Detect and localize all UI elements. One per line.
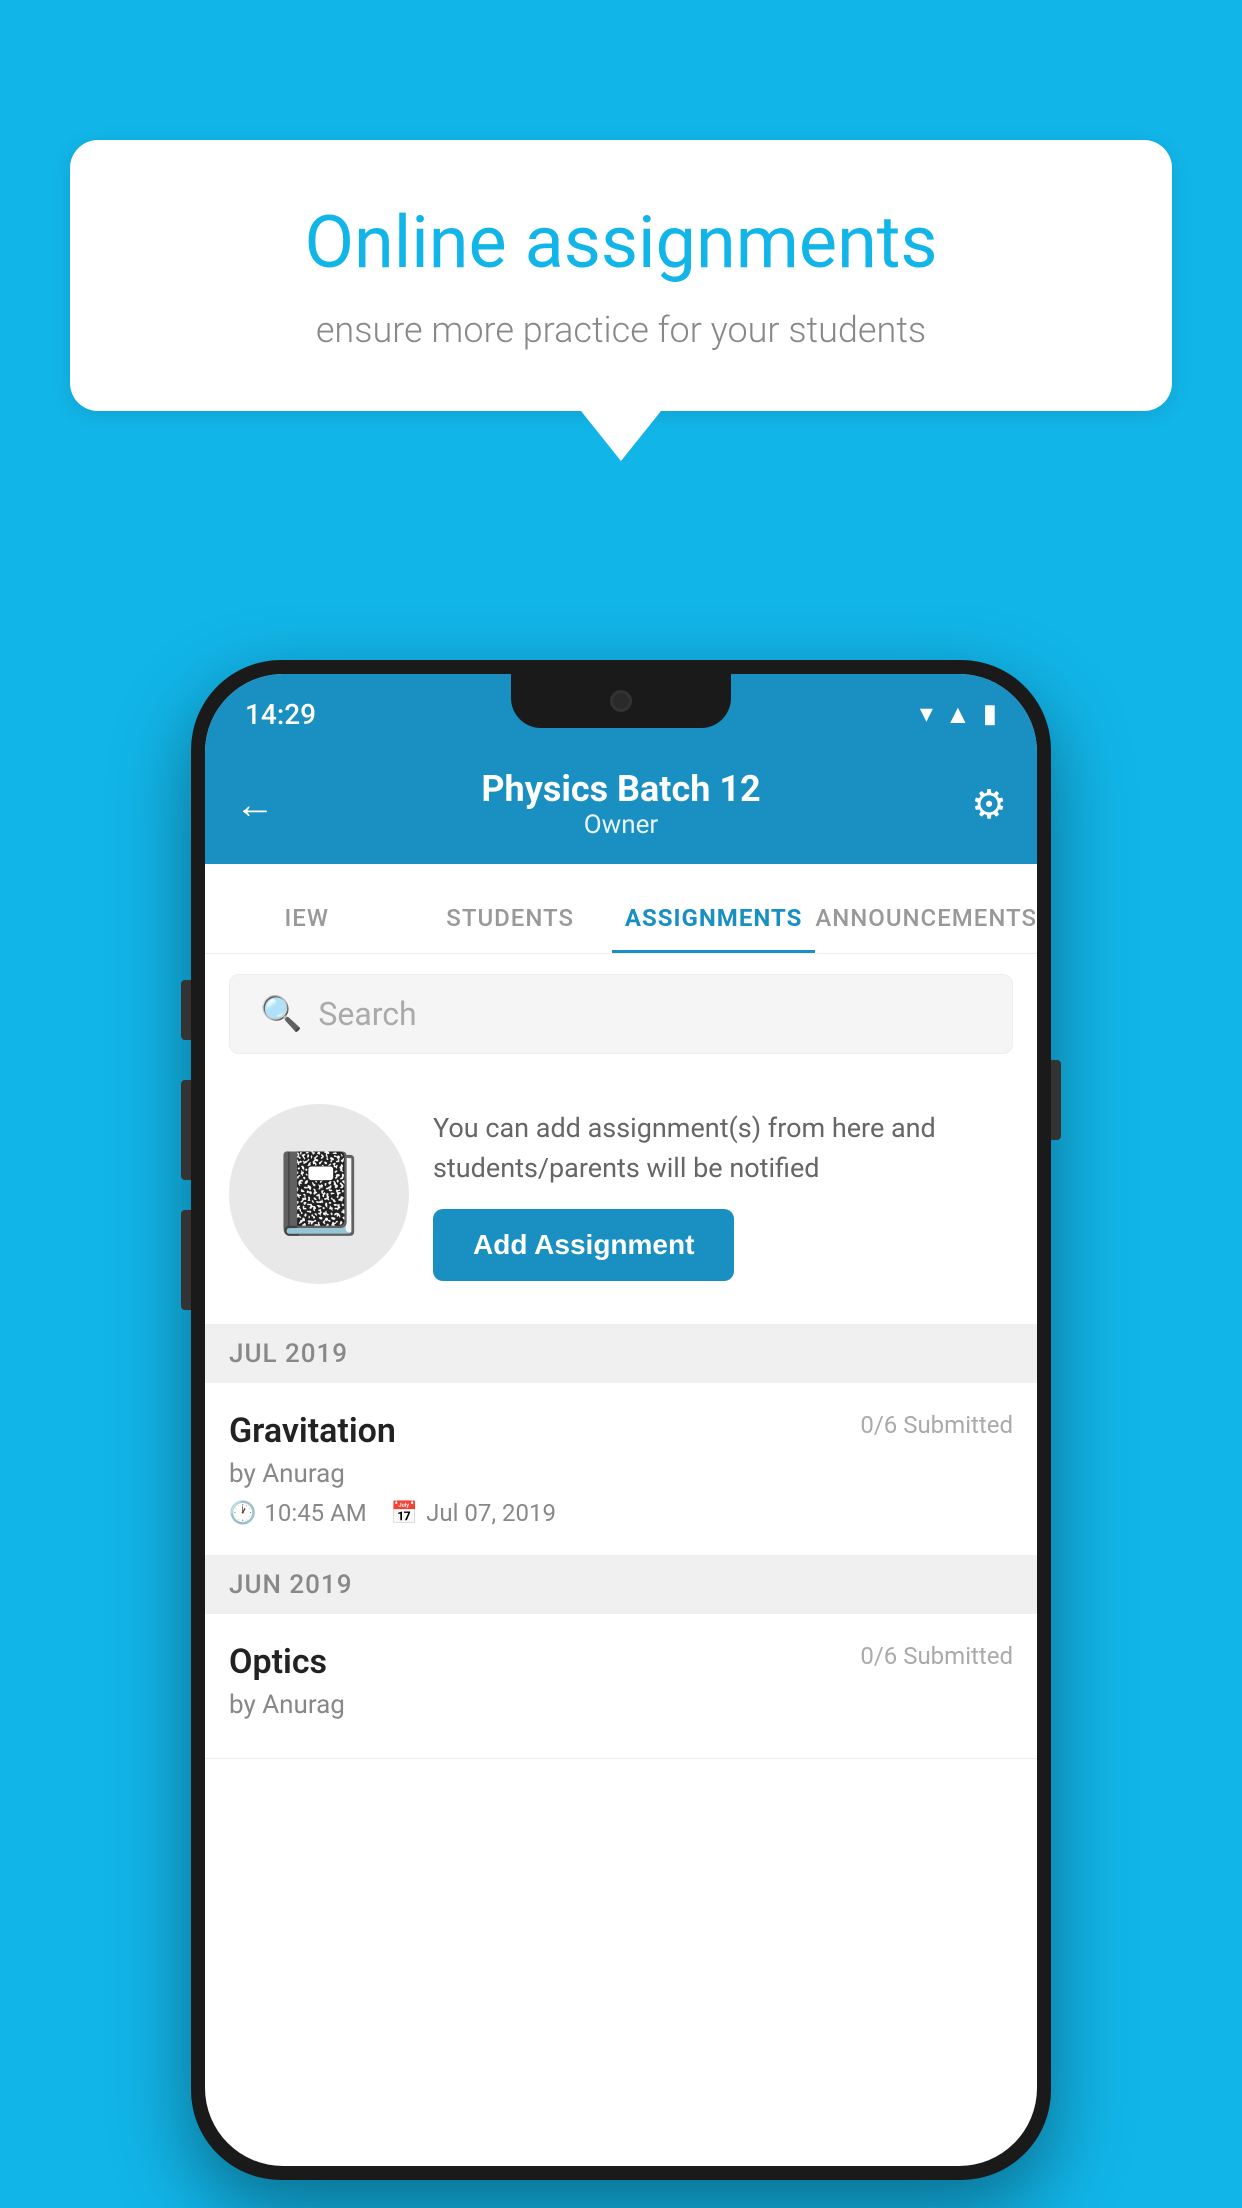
speech-bubble-arrow [581,411,661,461]
tab-bar: IEW STUDENTS ASSIGNMENTS ANNOUNCEMENTS [205,864,1037,954]
phone-screen: 14:29 ▾ ▲ ▮ ← Physics Batch 12 Owner ⚙ I… [205,674,1037,2166]
search-icon: 🔍 [260,994,302,1034]
assignment-row-top-optics: Optics 0/6 Submitted [229,1642,1013,1682]
assignment-item-gravitation[interactable]: Gravitation 0/6 Submitted by Anurag 🕐 10… [205,1383,1037,1556]
assignment-name-gravitation: Gravitation [229,1411,396,1451]
wifi-icon: ▾ [920,699,933,729]
promo-icon-circle: 📓 [229,1104,409,1284]
speech-bubble-subtitle: ensure more practice for your students [140,309,1102,351]
assignment-row-top: Gravitation 0/6 Submitted [229,1411,1013,1451]
assignment-time-value: 10:45 AM [264,1499,366,1527]
assignment-author-gravitation: by Anurag [229,1459,1013,1489]
promo-content: You can add assignment(s) from here and … [433,1108,1013,1281]
speech-bubble-section: Online assignments ensure more practice … [70,140,1172,461]
assignment-promo: 📓 You can add assignment(s) from here an… [205,1074,1037,1325]
assignment-date-value: Jul 07, 2019 [426,1499,556,1527]
assignment-time: 🕐 10:45 AM [229,1499,367,1527]
month-label-jul: JUL 2019 [229,1339,348,1369]
assignment-author-optics: by Anurag [229,1690,1013,1720]
volume-up-button [181,1080,191,1180]
back-button[interactable]: ← [235,781,275,828]
volume-down-button [181,1210,191,1310]
phone-outer-shell: 14:29 ▾ ▲ ▮ ← Physics Batch 12 Owner ⚙ I… [191,660,1051,2180]
settings-button[interactable]: ⚙ [971,781,1007,828]
month-section-jun: JUN 2019 [205,1556,1037,1614]
tab-iew[interactable]: IEW [205,904,408,953]
speech-bubble-card: Online assignments ensure more practice … [70,140,1172,411]
tab-announcements[interactable]: ANNOUNCEMENTS [815,904,1037,953]
assignment-meta-gravitation: 🕐 10:45 AM 📅 Jul 07, 2019 [229,1499,1013,1527]
signal-icon: ▲ [945,699,971,730]
status-time: 14:29 [245,698,316,731]
content-area: 🔍 Search 📓 You can add assignment(s) fro… [205,954,1037,1759]
speech-bubble-title: Online assignments [140,200,1102,285]
month-label-jun: JUN 2019 [229,1570,352,1600]
battery-icon: ▮ [983,699,997,729]
tab-assignments[interactable]: ASSIGNMENTS [612,904,815,953]
front-camera [610,690,632,712]
search-placeholder: Search [318,995,416,1033]
assignment-submitted-gravitation: 0/6 Submitted [860,1411,1013,1439]
header-subtitle: Owner [481,810,760,840]
calendar-icon: 📅 [391,1501,418,1526]
assignment-name-optics: Optics [229,1642,327,1682]
assignment-date: 📅 Jul 07, 2019 [391,1499,556,1527]
tab-students[interactable]: STUDENTS [408,904,611,953]
add-assignment-button[interactable]: Add Assignment [433,1209,734,1281]
search-bar-container: 🔍 Search [205,954,1037,1074]
status-icons: ▾ ▲ ▮ [920,699,997,730]
clock-icon: 🕐 [229,1501,256,1526]
promo-text: You can add assignment(s) from here and … [433,1108,1013,1189]
app-header: ← Physics Batch 12 Owner ⚙ [205,744,1037,864]
header-title: Physics Batch 12 [481,768,760,810]
search-bar[interactable]: 🔍 Search [229,974,1013,1054]
assignment-item-optics[interactable]: Optics 0/6 Submitted by Anurag [205,1614,1037,1759]
phone-mockup: 14:29 ▾ ▲ ▮ ← Physics Batch 12 Owner ⚙ I… [191,660,1051,2180]
header-title-container: Physics Batch 12 Owner [481,768,760,840]
power-button [1051,1060,1061,1140]
notebook-icon: 📓 [269,1147,369,1241]
phone-notch [511,674,731,728]
volume-silent-button [181,980,191,1040]
month-section-jul: JUL 2019 [205,1325,1037,1383]
assignment-submitted-optics: 0/6 Submitted [860,1642,1013,1670]
